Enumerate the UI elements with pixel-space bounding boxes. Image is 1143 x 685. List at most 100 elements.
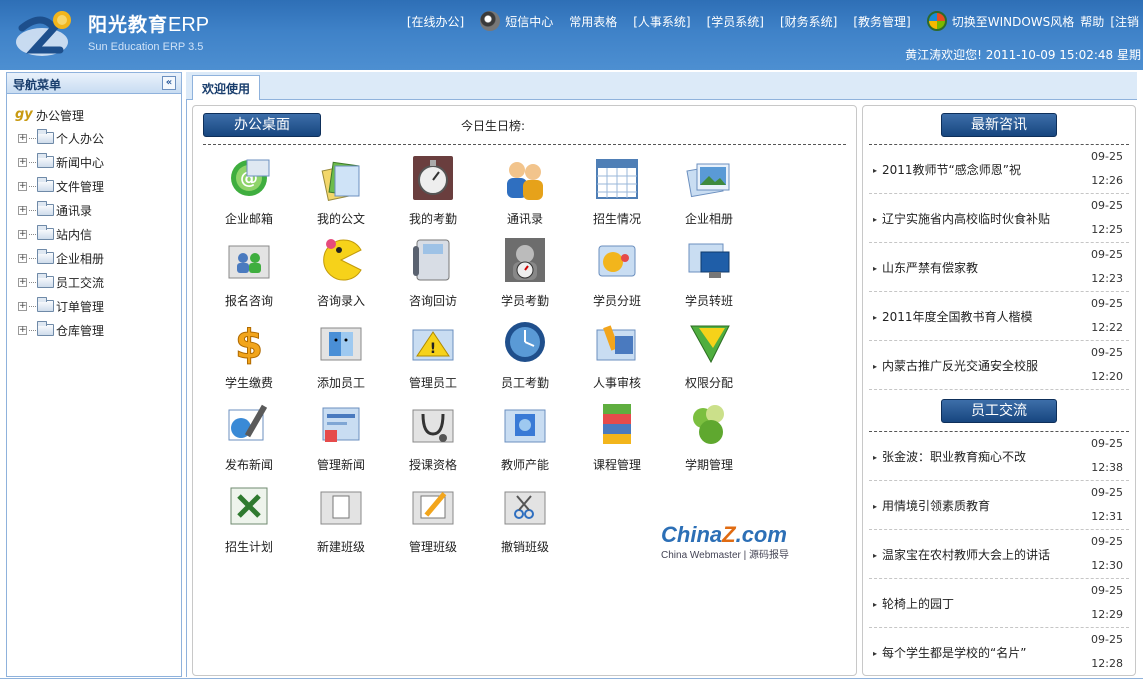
desktop-app[interactable]: $ 学生缴费 — [203, 314, 295, 396]
sidebar-item[interactable]: + 个人办公 — [15, 126, 181, 150]
sidebar-item[interactable]: + 新闻中心 — [15, 150, 181, 174]
item-time: 12:38 — [1091, 461, 1123, 474]
clock-person-icon — [505, 238, 545, 282]
pacman-icon — [323, 239, 362, 281]
expand-icon[interactable]: + — [18, 253, 27, 263]
sidebar-header: 导航菜单 « — [7, 72, 181, 94]
sidebar-item[interactable]: + 站内信 — [15, 222, 181, 246]
desktop-app[interactable]: 学员分班 — [571, 232, 663, 314]
nav-logout[interactable]: [注销 — [1110, 13, 1139, 30]
nav-hr-system[interactable]: [人事系统] — [633, 13, 690, 30]
item-title[interactable]: 山东严禁有偿家教 — [873, 259, 978, 276]
app-label: 管理新闻 — [316, 458, 365, 472]
desktop-app[interactable]: 授课资格 — [387, 396, 479, 478]
sidebar-item-label: 员工交流 — [56, 275, 105, 290]
app-label: 招生情况 — [592, 212, 641, 226]
item-title[interactable]: 2011教师节“感念师恩”祝 — [873, 161, 1021, 178]
list-item[interactable]: 内蒙古推广反光交通安全校服 09-25 12:20 — [869, 341, 1129, 390]
list-item[interactable]: 山东严禁有偿家教 09-25 12:23 — [869, 243, 1129, 292]
expand-icon[interactable]: + — [18, 205, 27, 215]
desktop-app[interactable]: 咨询回访 — [387, 232, 479, 314]
nav-online-office[interactable]: [在线办公] — [407, 13, 464, 30]
nav-finance-system[interactable]: [财务系统] — [780, 13, 837, 30]
desktop-app[interactable]: 学员考勤 — [479, 232, 571, 314]
expand-icon[interactable]: + — [18, 133, 27, 143]
expand-icon[interactable]: + — [18, 181, 27, 191]
item-title[interactable]: 张金波：职业教育痴心不改 — [873, 448, 1026, 465]
desktop-app[interactable]: 我的考勤 — [387, 150, 479, 232]
desktop-app[interactable]: 新建班级 — [295, 478, 387, 560]
flag-icon — [690, 325, 730, 364]
desktop-app[interactable]: 学员转班 — [663, 232, 755, 314]
sidebar-item[interactable]: + 文件管理 — [15, 174, 181, 198]
desktop-app[interactable]: 招生计划 — [203, 478, 295, 560]
sidebar-title: 导航菜单 — [13, 78, 62, 92]
item-time: 12:31 — [1091, 510, 1123, 523]
nav-academic-mgmt[interactable]: [教务管理] — [853, 13, 910, 30]
list-item[interactable]: 温家宝在农村教师大会上的讲话 09-25 12:30 — [869, 530, 1129, 579]
news-write-icon — [228, 404, 268, 441]
tab-welcome[interactable]: 欢迎使用 — [192, 75, 261, 101]
nav-student-system[interactable]: [学员系统] — [707, 13, 764, 30]
desktop-app[interactable]: 招生情况 — [571, 150, 663, 232]
list-item[interactable]: 每个学生都是学校的“名片” 09-25 12:28 — [869, 628, 1129, 675]
app-label: 授课资格 — [408, 458, 457, 472]
desktop-app[interactable]: 学期管理 — [663, 396, 755, 478]
desktop-app[interactable]: 人事审核 — [571, 314, 663, 396]
desktop-app[interactable]: 课程管理 — [571, 396, 663, 478]
expand-icon[interactable]: + — [18, 277, 27, 287]
nav-switch-windows[interactable]: 切换至WINDOWS风格 — [926, 11, 1074, 31]
item-time: 12:30 — [1091, 559, 1123, 572]
sidebar-item[interactable]: + 订单管理 — [15, 294, 181, 318]
desktop-app[interactable]: 发布新闻 — [203, 396, 295, 478]
desktop-app[interactable]: @ 企业邮箱 — [203, 150, 295, 232]
sidebar-item[interactable]: + 员工交流 — [15, 270, 181, 294]
desktop-app[interactable]: 通讯录 — [479, 150, 571, 232]
app-label: 人事审核 — [592, 376, 641, 390]
tree-connector — [29, 137, 36, 139]
collapse-sidebar-button[interactable]: « — [162, 76, 176, 90]
tree-connector — [29, 185, 36, 187]
item-title[interactable]: 每个学生都是学校的“名片” — [873, 644, 1026, 661]
list-item[interactable]: 辽宁实施省内高校临时伙食补贴 09-25 12:25 — [869, 194, 1129, 243]
edit-folder-icon — [412, 491, 454, 525]
desktop-app[interactable]: 管理班级 — [387, 478, 479, 560]
list-item[interactable]: 轮椅上的园丁 09-25 12:29 — [869, 579, 1129, 628]
list-item[interactable]: 张金波：职业教育痴心不改 09-25 12:38 — [869, 432, 1129, 481]
nav-sms-center[interactable]: 短信中心 — [480, 11, 553, 31]
item-time: 12:23 — [1091, 272, 1123, 285]
expand-icon[interactable]: + — [18, 301, 27, 311]
item-title[interactable]: 辽宁实施省内高校临时伙食补贴 — [873, 210, 1050, 227]
expand-icon[interactable]: + — [18, 157, 27, 167]
sidebar-item[interactable]: + 仓库管理 — [15, 318, 181, 342]
item-title[interactable]: 内蒙古推广反光交通安全校服 — [873, 357, 1038, 374]
list-item[interactable]: 用情境引领素质教育 09-25 12:31 — [869, 481, 1129, 530]
tree-root-office[interactable]: gy 办公管理 — [15, 104, 181, 126]
item-title[interactable]: 2011年度全国教书育人楷模 — [873, 308, 1033, 325]
item-date: 09-25 — [1091, 535, 1123, 548]
desktop-app[interactable]: 管理新闻 — [295, 396, 387, 478]
sidebar-item[interactable]: + 企业相册 — [15, 246, 181, 270]
item-title[interactable]: 用情境引领素质教育 — [873, 497, 990, 514]
list-item[interactable]: 2011教师节“感念师恩”祝 09-25 12:26 — [869, 145, 1129, 194]
desktop-app[interactable]: 权限分配 — [663, 314, 755, 396]
desktop-app[interactable]: 教师产能 — [479, 396, 571, 478]
staff-list: 张金波：职业教育痴心不改 09-25 12:38 用情境引领素质教育 09-25 12:3… — [869, 432, 1129, 675]
desktop-app[interactable]: 撤销班级 — [479, 478, 571, 560]
list-item[interactable]: 2011年度全国教书育人楷模 09-25 12:22 — [869, 292, 1129, 341]
expand-icon[interactable]: + — [18, 325, 27, 335]
desktop-app[interactable]: 咨询录入 — [295, 232, 387, 314]
desktop-app[interactable]: 添加员工 — [295, 314, 387, 396]
item-title[interactable]: 轮椅上的园丁 — [873, 595, 954, 612]
sidebar-item[interactable]: + 通讯录 — [15, 198, 181, 222]
desktop-app[interactable]: 我的公文 — [295, 150, 387, 232]
desktop-app[interactable]: 员工考勤 — [479, 314, 571, 396]
desktop-app[interactable]: 报名咨询 — [203, 232, 295, 314]
new-file-icon — [320, 491, 362, 525]
nav-help[interactable]: 帮助 — [1080, 13, 1104, 30]
item-title[interactable]: 温家宝在农村教师大会上的讲话 — [873, 546, 1050, 563]
expand-icon[interactable]: + — [18, 229, 27, 239]
nav-common-forms[interactable]: 常用表格 — [569, 13, 617, 30]
desktop-app[interactable]: ! 管理员工 — [387, 314, 479, 396]
desktop-app[interactable]: 企业相册 — [663, 150, 755, 232]
